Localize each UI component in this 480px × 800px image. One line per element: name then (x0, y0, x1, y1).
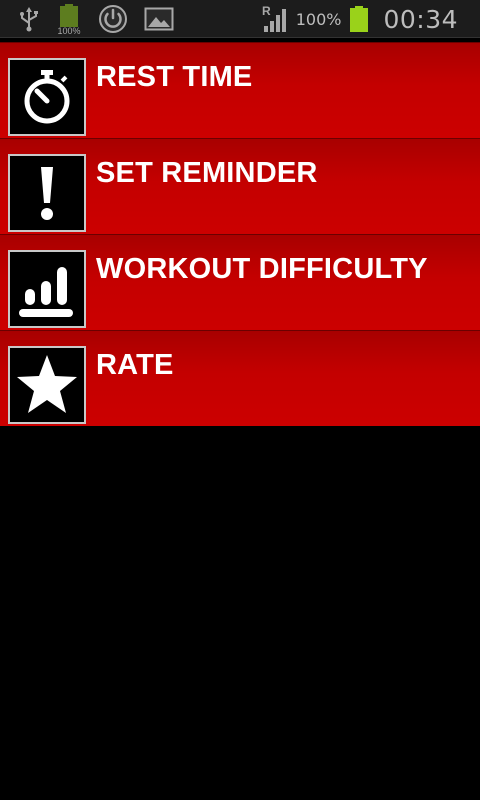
menu-item-rate[interactable]: RATE (0, 330, 480, 426)
menu-item-set-reminder[interactable]: SET REMINDER (0, 138, 480, 234)
menu-item-label: RATE (96, 349, 174, 381)
menu-item-rest-time[interactable]: REST TIME (0, 42, 480, 138)
exclamation-icon (8, 154, 86, 232)
menu-item-label: REST TIME (96, 61, 253, 93)
settings-menu: REST TIME SET REMINDER WORKOUT DIFFICULT… (0, 42, 480, 426)
status-bar-notifications: 100% (18, 0, 174, 38)
menu-item-label: WORKOUT DIFFICULTY (96, 253, 428, 285)
battery-full-badge-text: 100% (57, 26, 80, 35)
power-icon (99, 5, 127, 33)
stopwatch-icon (8, 58, 86, 136)
status-bar-system: R 100% 00:34 (260, 0, 458, 38)
menu-item-label: SET REMINDER (96, 157, 318, 189)
image-icon (144, 7, 174, 31)
clock: 00:34 (383, 4, 458, 34)
usb-icon (20, 7, 38, 32)
menu-item-workout-difficulty[interactable]: WORKOUT DIFFICULTY (0, 234, 480, 330)
battery-full-icon: 100% (57, 4, 81, 35)
battery-percent: 100% (295, 9, 342, 29)
star-icon (8, 346, 86, 424)
difficulty-bars-icon (8, 250, 86, 328)
status-bar: 100% R 100% 00:34 (0, 0, 480, 38)
network-badge-text: R (262, 4, 271, 18)
signal-icon: R (262, 4, 286, 32)
battery-icon (350, 6, 369, 32)
